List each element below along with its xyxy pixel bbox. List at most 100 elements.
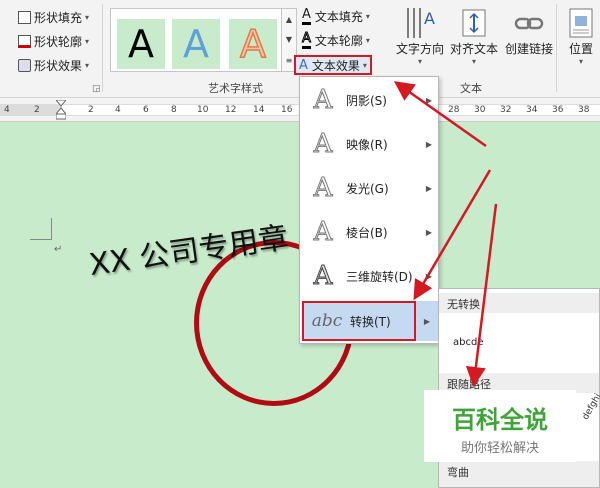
ruler-tick: 12 — [225, 105, 237, 115]
shape-effects-button[interactable]: 形状效果 ▾ — [0, 54, 89, 76]
chevron-down-icon[interactable]: ▾ — [85, 37, 89, 46]
text-effects-menu: A 阴影(S) ▶ A 映像(R) ▶ A 发光(G) ▶ A 棱台(B) ▶ … — [299, 76, 439, 344]
ruler-tick: 2 — [34, 105, 40, 115]
text-outline-label: 文本轮廓 — [314, 33, 363, 48]
paint-bucket-icon — [18, 10, 31, 24]
gallery-expand-icon[interactable]: ≡ — [286, 56, 293, 65]
shape-outline-label: 形状轮廓 — [34, 34, 83, 49]
shadow-a-icon: A — [313, 85, 333, 116]
chevron-down-icon[interactable]: ▾ — [85, 13, 89, 22]
margin-corner-mark — [30, 218, 52, 240]
position-icon — [562, 4, 600, 40]
ruler-tick: 14 — [253, 105, 265, 115]
scroll-down-icon[interactable]: ▼ — [286, 35, 292, 44]
create-link-button[interactable]: 创建链接 — [502, 4, 556, 57]
no-transform-option[interactable]: abcde — [453, 337, 483, 348]
text-fill-button[interactable]: A 文本填充 ▾ — [302, 6, 370, 26]
ruler-tick: 32 — [500, 105, 512, 115]
text-direction-button[interactable]: A 文字方向 ▾ — [394, 4, 446, 66]
wordart-style-black[interactable]: A — [117, 19, 165, 69]
chevron-down-icon: ▾ — [471, 57, 476, 66]
submenu-arrow-icon[interactable]: ▶ — [416, 301, 438, 341]
submenu-arrow-icon: ▶ — [425, 95, 432, 105]
chain-link-icon — [502, 4, 556, 40]
wordart-style-blue[interactable]: A — [172, 19, 220, 69]
menu-item-label: 棱台(B) — [346, 225, 388, 240]
ruler-tick: 4 — [115, 105, 121, 115]
shape-fill-label: 形状填充 — [34, 10, 83, 25]
submenu-arrow-icon: ▶ — [425, 139, 432, 149]
menu-item-label: 映像(R) — [346, 137, 388, 152]
scroll-up-icon[interactable]: ▲ — [286, 15, 292, 24]
transform-abc-icon: abc — [311, 311, 343, 331]
indent-marker-icon[interactable] — [54, 99, 68, 120]
menu-item-shadow[interactable]: A 阴影(S) ▶ — [300, 79, 438, 121]
wordart-group-label: 艺术字样式 — [208, 82, 263, 95]
text-effects-icon: A — [299, 57, 308, 73]
watermark-logo: 百科全说 助你轻松解决 — [424, 390, 576, 462]
shape-outline-button[interactable]: 形状轮廓 ▾ — [0, 30, 89, 52]
wordart-style-gallery: A A A — [110, 8, 296, 72]
menu-item-bevel[interactable]: A 棱台(B) ▶ — [300, 211, 438, 253]
position-button[interactable]: 位置 ▾ — [562, 4, 600, 66]
chevron-down-icon: ▾ — [417, 57, 422, 66]
menu-item-glow[interactable]: A 发光(G) ▶ — [300, 167, 438, 209]
pen-outline-icon — [18, 34, 31, 48]
bevel-a-icon: A — [313, 217, 333, 248]
submenu-arrow-icon: ▶ — [425, 227, 432, 237]
ruler-tick: 6 — [143, 105, 149, 115]
menu-item-transform[interactable]: abc 转换(T) — [302, 301, 416, 341]
text-outline-button[interactable]: A 文本轮廓 ▾ — [302, 30, 370, 50]
menu-item-label: 转换(T) — [350, 314, 391, 329]
group-divider — [556, 4, 557, 92]
text-outline-icon: A — [302, 31, 311, 49]
align-text-label: 对齐文本 — [449, 42, 498, 56]
submenu-arrow-icon: ▶ — [425, 183, 432, 193]
svg-text:A: A — [424, 9, 435, 28]
ruler-tick: 8 — [171, 105, 177, 115]
ruler-tick: 30 — [474, 105, 486, 115]
reflection-a-icon: A — [313, 129, 333, 160]
menu-item-3d-rotation[interactable]: A 三维旋转(D) ▶ — [300, 255, 438, 297]
text-fill-icon: A — [302, 7, 311, 25]
paragraph-mark: ↵ — [54, 244, 63, 255]
group-divider — [102, 4, 103, 92]
glow-a-icon: A — [313, 173, 333, 204]
create-link-label: 创建链接 — [504, 42, 553, 56]
shape-fill-button[interactable]: 形状填充 ▾ — [0, 6, 89, 28]
no-transform-header: 无转换 — [439, 293, 599, 313]
align-text-icon — [446, 4, 502, 40]
chevron-down-icon[interactable]: ▾ — [363, 61, 367, 70]
submenu-arrow-icon: ▶ — [425, 271, 432, 281]
rotation-3d-a-icon: A — [313, 261, 333, 292]
chevron-down-icon: ▾ — [578, 57, 583, 66]
ruler-tick: 10 — [197, 105, 209, 115]
ruler-tick: 38 — [578, 105, 590, 115]
text-effects-label: 文本效果 — [311, 58, 360, 73]
ruler-tick: 16 — [281, 105, 293, 115]
chevron-down-icon[interactable]: ▾ — [85, 61, 89, 70]
text-fill-label: 文本填充 — [314, 9, 363, 24]
text-direction-label: 文字方向 — [395, 42, 444, 56]
menu-item-label: 阴影(S) — [346, 93, 387, 108]
ruler-tick: 36 — [552, 105, 564, 115]
ruler-tick: 4 — [4, 105, 10, 115]
watermark-title: 百科全说 — [452, 406, 548, 434]
dialog-launcher-icon[interactable]: ◲ — [92, 84, 101, 94]
ruler-tick: 2 — [88, 105, 94, 115]
ruler-tick: 34 — [526, 105, 538, 115]
chevron-down-icon[interactable]: ▾ — [366, 36, 370, 45]
menu-item-reflection[interactable]: A 映像(R) ▶ — [300, 123, 438, 165]
wordart-style-orange-outline[interactable]: A — [229, 19, 277, 69]
chevron-down-icon[interactable]: ▾ — [366, 12, 370, 21]
menu-item-label: 三维旋转(D) — [346, 269, 413, 284]
align-text-button[interactable]: 对齐文本 ▾ — [446, 4, 502, 66]
text-direction-icon: A — [394, 4, 446, 40]
text-effects-button[interactable]: A 文本效果 ▾ — [294, 55, 372, 75]
position-label: 位置 — [568, 42, 593, 56]
warp-header: 弯曲 — [439, 461, 599, 487]
follow-path-arc-option[interactable]: defghi — [572, 392, 600, 440]
ruler-tick: 28 — [448, 105, 460, 115]
menu-item-label: 发光(G) — [346, 181, 389, 196]
text-group-label: 文本 — [460, 82, 482, 95]
